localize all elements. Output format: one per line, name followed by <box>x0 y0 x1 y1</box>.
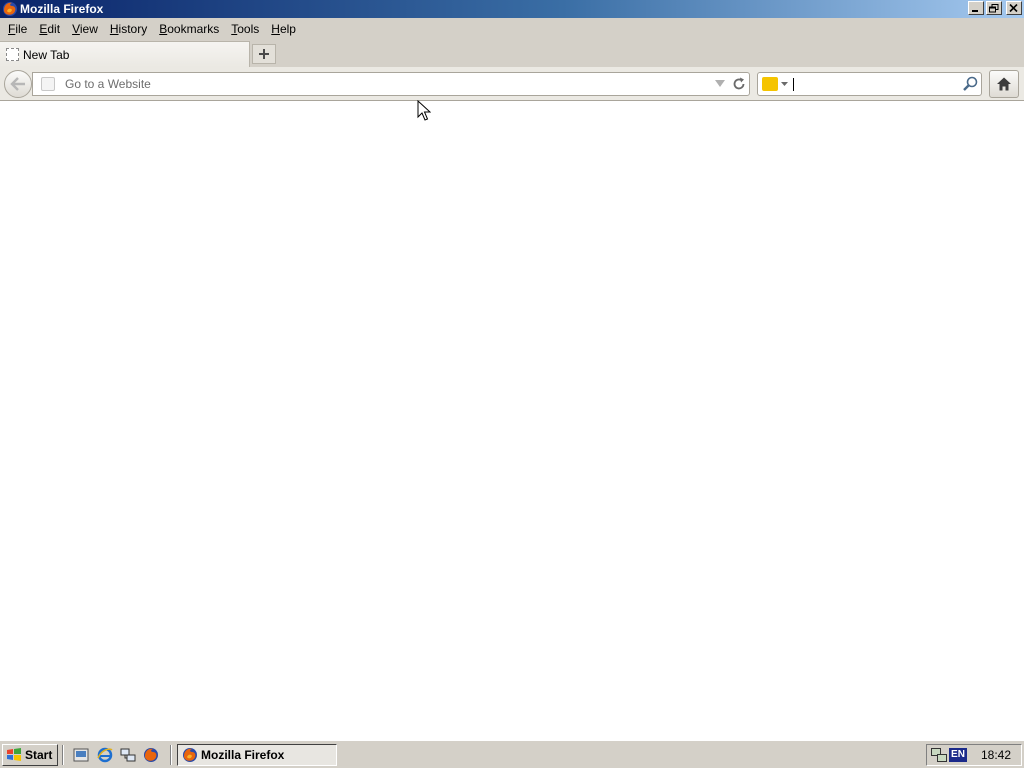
history-dropdown-icon[interactable] <box>715 80 725 88</box>
menu-file[interactable]: File <box>2 19 33 39</box>
plus-icon <box>259 49 269 59</box>
firefox-launcher-icon[interactable] <box>143 747 159 763</box>
language-indicator[interactable]: EN <box>949 748 967 762</box>
minimize-button[interactable] <box>968 1 984 15</box>
menu-bar: File Edit View History Bookmarks Tools H… <box>0 18 1024 40</box>
reload-icon[interactable] <box>731 76 747 92</box>
menu-view[interactable]: View <box>66 19 104 39</box>
task-label: Mozilla Firefox <box>201 748 285 762</box>
taskbar: Start Mozilla Firefox EN 18:42 <box>0 740 1024 768</box>
navigation-toolbar <box>0 67 1024 101</box>
search-input[interactable] <box>792 75 958 93</box>
menu-bookmarks[interactable]: Bookmarks <box>153 19 225 39</box>
mouse-cursor-icon <box>417 100 431 121</box>
engine-dropdown-icon[interactable] <box>781 82 788 86</box>
start-label: Start <box>25 748 53 762</box>
close-button[interactable] <box>1006 1 1022 15</box>
back-button[interactable] <box>4 70 32 98</box>
menu-history[interactable]: History <box>104 19 153 39</box>
taskbar-firefox-button[interactable]: Mozilla Firefox <box>177 744 337 766</box>
tab-strip: New Tab <box>0 40 1024 67</box>
system-tray: EN 18:42 <box>926 744 1022 766</box>
url-input[interactable] <box>65 75 705 93</box>
firefox-icon <box>3 2 17 16</box>
yahoo-engine-icon[interactable] <box>762 77 778 91</box>
url-bar[interactable] <box>32 72 750 96</box>
menu-tools[interactable]: Tools <box>225 19 265 39</box>
text-caret <box>793 78 794 91</box>
home-button[interactable] <box>989 70 1019 98</box>
firefox-icon <box>183 748 197 762</box>
menu-help[interactable]: Help <box>265 19 302 39</box>
home-icon <box>997 77 1011 91</box>
site-identity-icon[interactable] <box>41 77 55 91</box>
show-desktop-icon[interactable] <box>73 747 89 763</box>
window-title: Mozilla Firefox <box>20 2 104 16</box>
search-bar[interactable] <box>757 72 982 96</box>
taskbar-separator <box>170 745 172 765</box>
new-tab-button[interactable] <box>252 44 276 64</box>
magnifier-icon[interactable] <box>962 76 978 92</box>
network-icon[interactable] <box>120 747 136 763</box>
blank-page-icon <box>6 48 19 61</box>
network-status-icon[interactable] <box>931 748 947 762</box>
title-bar[interactable]: Mozilla Firefox <box>0 0 1024 18</box>
back-arrow-icon <box>10 77 25 91</box>
page-content[interactable] <box>0 102 1024 740</box>
start-button[interactable]: Start <box>2 744 58 766</box>
menu-edit[interactable]: Edit <box>33 19 66 39</box>
restore-button[interactable] <box>986 1 1002 15</box>
tab-label: New Tab <box>23 47 70 62</box>
windows-logo-icon <box>7 748 21 761</box>
clock[interactable]: 18:42 <box>981 748 1011 762</box>
tab-new-tab[interactable]: New Tab <box>0 41 250 67</box>
internet-explorer-icon[interactable] <box>97 747 113 763</box>
taskbar-separator <box>62 745 64 765</box>
